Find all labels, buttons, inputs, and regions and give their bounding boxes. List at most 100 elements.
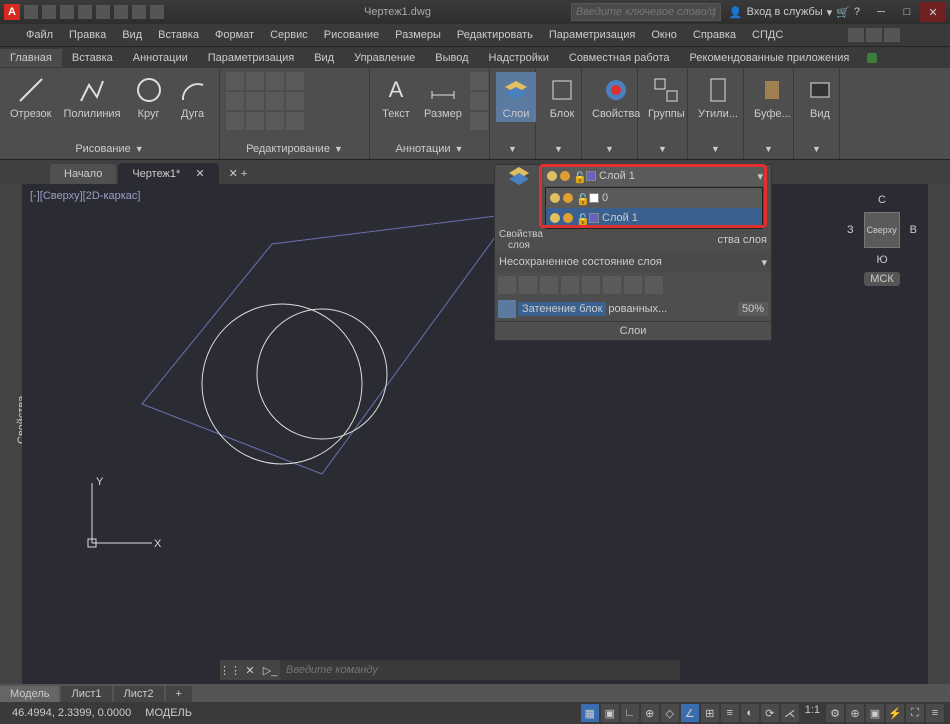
close-button[interactable]: ✕ bbox=[920, 2, 946, 22]
chevron-down-icon[interactable]: ▼ bbox=[455, 144, 464, 154]
otrack-toggle[interactable]: ∠ bbox=[681, 704, 699, 722]
menu-modify[interactable]: Редактировать bbox=[451, 27, 539, 43]
minimize-button[interactable]: ─ bbox=[868, 2, 894, 22]
block-shade-icon[interactable] bbox=[498, 300, 516, 318]
sun-icon[interactable] bbox=[563, 213, 573, 223]
qat-open-icon[interactable] bbox=[42, 5, 56, 19]
qat-undo-icon[interactable] bbox=[114, 5, 128, 19]
offset-icon[interactable] bbox=[286, 112, 304, 130]
line-button[interactable]: Отрезок bbox=[6, 72, 55, 122]
command-input[interactable] bbox=[280, 660, 680, 680]
cmdline-close-icon[interactable]: ✕ bbox=[240, 660, 260, 680]
circle-button[interactable]: Круг bbox=[129, 72, 169, 122]
tab-manage[interactable]: Управление bbox=[344, 49, 425, 67]
isolate-icon[interactable]: ▣ bbox=[866, 704, 884, 722]
viewport[interactable]: [-][Сверху][2D-каркас] Y X bbox=[22, 184, 928, 656]
panel-modify-title[interactable]: Редактирование bbox=[246, 143, 330, 155]
layer-isolate-icon[interactable] bbox=[561, 276, 579, 294]
block-shade-label[interactable]: Затенение блок bbox=[518, 302, 606, 316]
qat-save-icon[interactable] bbox=[60, 5, 74, 19]
qat-redo-icon[interactable] bbox=[132, 5, 146, 19]
cmdline-handle-icon[interactable]: ⋮⋮ bbox=[220, 660, 240, 680]
model-space-label[interactable]: МОДЕЛЬ bbox=[145, 707, 192, 719]
tab-layout2[interactable]: Лист2 bbox=[114, 686, 164, 702]
viewcube-face[interactable]: Сверху bbox=[864, 212, 900, 248]
table-icon[interactable] bbox=[470, 72, 488, 90]
scale-icon[interactable] bbox=[246, 112, 264, 130]
grid-toggle[interactable]: ▦ bbox=[581, 704, 599, 722]
right-scrollbar[interactable] bbox=[928, 184, 950, 684]
layer-freeze-icon[interactable] bbox=[519, 276, 537, 294]
tab-addins[interactable]: Надстройки bbox=[479, 49, 559, 67]
menu-file[interactable]: Файл bbox=[20, 27, 59, 43]
sun-icon[interactable] bbox=[560, 171, 570, 181]
tab-annotate[interactable]: Аннотации bbox=[123, 49, 198, 67]
utilities-button[interactable]: Утили... bbox=[694, 72, 742, 122]
qat-plot-icon[interactable] bbox=[96, 5, 110, 19]
chevron-down-icon[interactable]: ▼ bbox=[334, 144, 343, 154]
doc-close-icon[interactable] bbox=[884, 28, 900, 42]
new-tab-button[interactable]: ✕ + bbox=[221, 163, 256, 184]
user-icon[interactable]: 👤 bbox=[729, 6, 743, 19]
menu-insert[interactable]: Вставка bbox=[152, 27, 205, 43]
chevron-down-icon[interactable]: ▼ bbox=[658, 144, 667, 154]
chevron-down-icon[interactable]: ▾ bbox=[761, 256, 767, 269]
lock-icon[interactable]: 🔓 bbox=[576, 213, 586, 223]
qat-share-icon[interactable] bbox=[150, 5, 164, 19]
color-swatch[interactable] bbox=[589, 193, 599, 203]
lock-icon[interactable]: 🔓 bbox=[576, 193, 586, 203]
express-tools-icon[interactable] bbox=[867, 53, 877, 63]
workspace-switch-icon[interactable]: ⚙ bbox=[826, 704, 844, 722]
current-layer-combo[interactable]: 🔓 Слой 1 ▾ bbox=[543, 166, 767, 186]
menu-tools[interactable]: Сервис bbox=[264, 27, 314, 43]
dimension-button[interactable]: Размер bbox=[420, 72, 466, 122]
panel-anno-title[interactable]: Аннотации bbox=[396, 143, 451, 155]
transparency-toggle[interactable]: ◐ bbox=[741, 704, 759, 722]
doc-max-icon[interactable] bbox=[866, 28, 882, 42]
fillet-icon[interactable] bbox=[266, 92, 284, 110]
chevron-down-icon[interactable]: ▼ bbox=[764, 144, 773, 154]
menu-parametric[interactable]: Параметризация bbox=[543, 27, 641, 43]
polyline-button[interactable]: Полилиния bbox=[59, 72, 124, 122]
properties-palette-collapsed[interactable]: Свойства bbox=[0, 184, 22, 684]
menu-edit[interactable]: Правка bbox=[63, 27, 112, 43]
chevron-down-icon[interactable]: ▼ bbox=[812, 144, 821, 154]
bulb-icon[interactable] bbox=[550, 193, 560, 203]
array-icon[interactable] bbox=[266, 112, 284, 130]
doc-min-icon[interactable] bbox=[848, 28, 864, 42]
chamfer-icon[interactable] bbox=[286, 92, 304, 110]
layer-thaw-icon[interactable] bbox=[603, 276, 621, 294]
chevron-down-icon[interactable]: ▼ bbox=[711, 144, 720, 154]
menu-window[interactable]: Окно bbox=[645, 27, 683, 43]
hardware-accel-icon[interactable]: ⚡ bbox=[886, 704, 904, 722]
extend-icon[interactable] bbox=[286, 72, 304, 90]
chevron-down-icon[interactable]: ▾ bbox=[827, 6, 833, 19]
cart-icon[interactable]: 🛒 bbox=[836, 6, 850, 19]
clean-screen-icon[interactable]: ⛶ bbox=[906, 704, 924, 722]
qat-new-icon[interactable] bbox=[24, 5, 38, 19]
ortho-toggle[interactable]: ∟ bbox=[621, 704, 639, 722]
layer-item-0[interactable]: 🔓 0 bbox=[546, 188, 762, 208]
properties-button[interactable]: Свойства bbox=[588, 72, 644, 122]
clipboard-button[interactable]: Буфе... bbox=[750, 72, 795, 122]
tab-featured[interactable]: Рекомендованные приложения bbox=[680, 49, 860, 67]
move-icon[interactable] bbox=[226, 72, 244, 90]
layer-off-icon[interactable] bbox=[498, 276, 516, 294]
layers-dropdown-button[interactable]: Слои bbox=[496, 72, 536, 122]
menu-format[interactable]: Формат bbox=[209, 27, 260, 43]
menu-help[interactable]: Справка bbox=[687, 27, 742, 43]
help-search-input[interactable] bbox=[571, 3, 721, 21]
tab-model[interactable]: Модель bbox=[0, 686, 59, 702]
polar-toggle[interactable]: ⊕ bbox=[641, 704, 659, 722]
login-link[interactable]: Вход в службы bbox=[747, 6, 823, 18]
tab-view[interactable]: Вид bbox=[304, 49, 344, 67]
menu-view[interactable]: Вид bbox=[116, 27, 148, 43]
coordinates-readout[interactable]: 46.4994, 2.3399, 0.0000 bbox=[6, 707, 137, 719]
help-icon[interactable]: ? bbox=[854, 6, 860, 18]
scale-label[interactable]: 1:1 bbox=[801, 704, 824, 722]
view-button[interactable]: Вид bbox=[800, 72, 840, 122]
qat-saveas-icon[interactable] bbox=[78, 5, 92, 19]
menu-dimension[interactable]: Размеры bbox=[389, 27, 447, 43]
lock-icon[interactable]: 🔓 bbox=[573, 171, 583, 181]
text-button[interactable]: AТекст bbox=[376, 72, 416, 122]
